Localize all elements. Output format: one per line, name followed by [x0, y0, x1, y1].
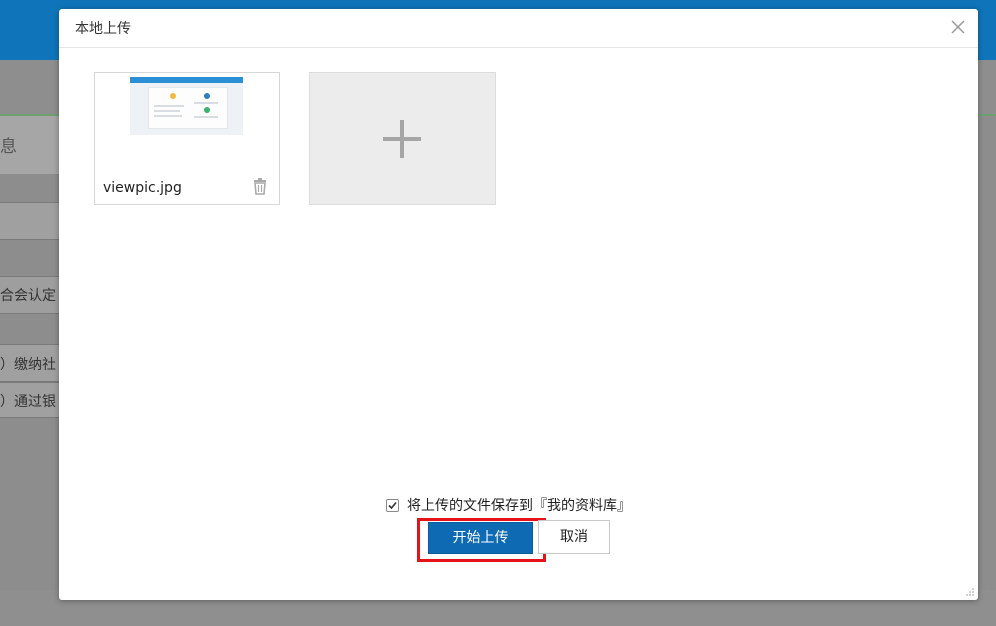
- file-name: viewpic.jpg: [103, 180, 182, 196]
- trash-icon[interactable]: [252, 177, 268, 195]
- close-icon: [951, 20, 965, 34]
- dialog-title: 本地上传: [75, 21, 131, 37]
- start-upload-button[interactable]: 开始上传: [428, 522, 533, 554]
- resize-handle-icon[interactable]: [965, 587, 975, 597]
- plus-icon: [383, 120, 421, 158]
- cancel-button[interactable]: 取消: [538, 520, 610, 554]
- save-to-library-label: 将上传的文件保存到『我的资料库』: [407, 498, 631, 514]
- local-upload-dialog: 本地上传 viewpic.jpg 将上传的文件保存到『我的资料库』 开始上传 取…: [59, 9, 978, 600]
- background-row-text: 合会认定: [0, 288, 56, 304]
- close-button[interactable]: [948, 17, 968, 37]
- background-row-text: ）缴纳社: [0, 357, 56, 373]
- dialog-header: 本地上传: [59, 9, 978, 48]
- add-file-tile[interactable]: [309, 72, 496, 205]
- background-row-text: ）通过银: [0, 394, 56, 410]
- checkmark-icon: [388, 501, 397, 509]
- save-to-library-option[interactable]: 将上传的文件保存到『我的资料库』: [386, 495, 631, 515]
- file-thumbnail: [130, 77, 243, 135]
- file-card[interactable]: viewpic.jpg: [94, 72, 280, 205]
- background-row: [0, 202, 60, 240]
- save-to-library-checkbox[interactable]: [386, 498, 399, 512]
- background-tab-label: 息: [0, 137, 17, 157]
